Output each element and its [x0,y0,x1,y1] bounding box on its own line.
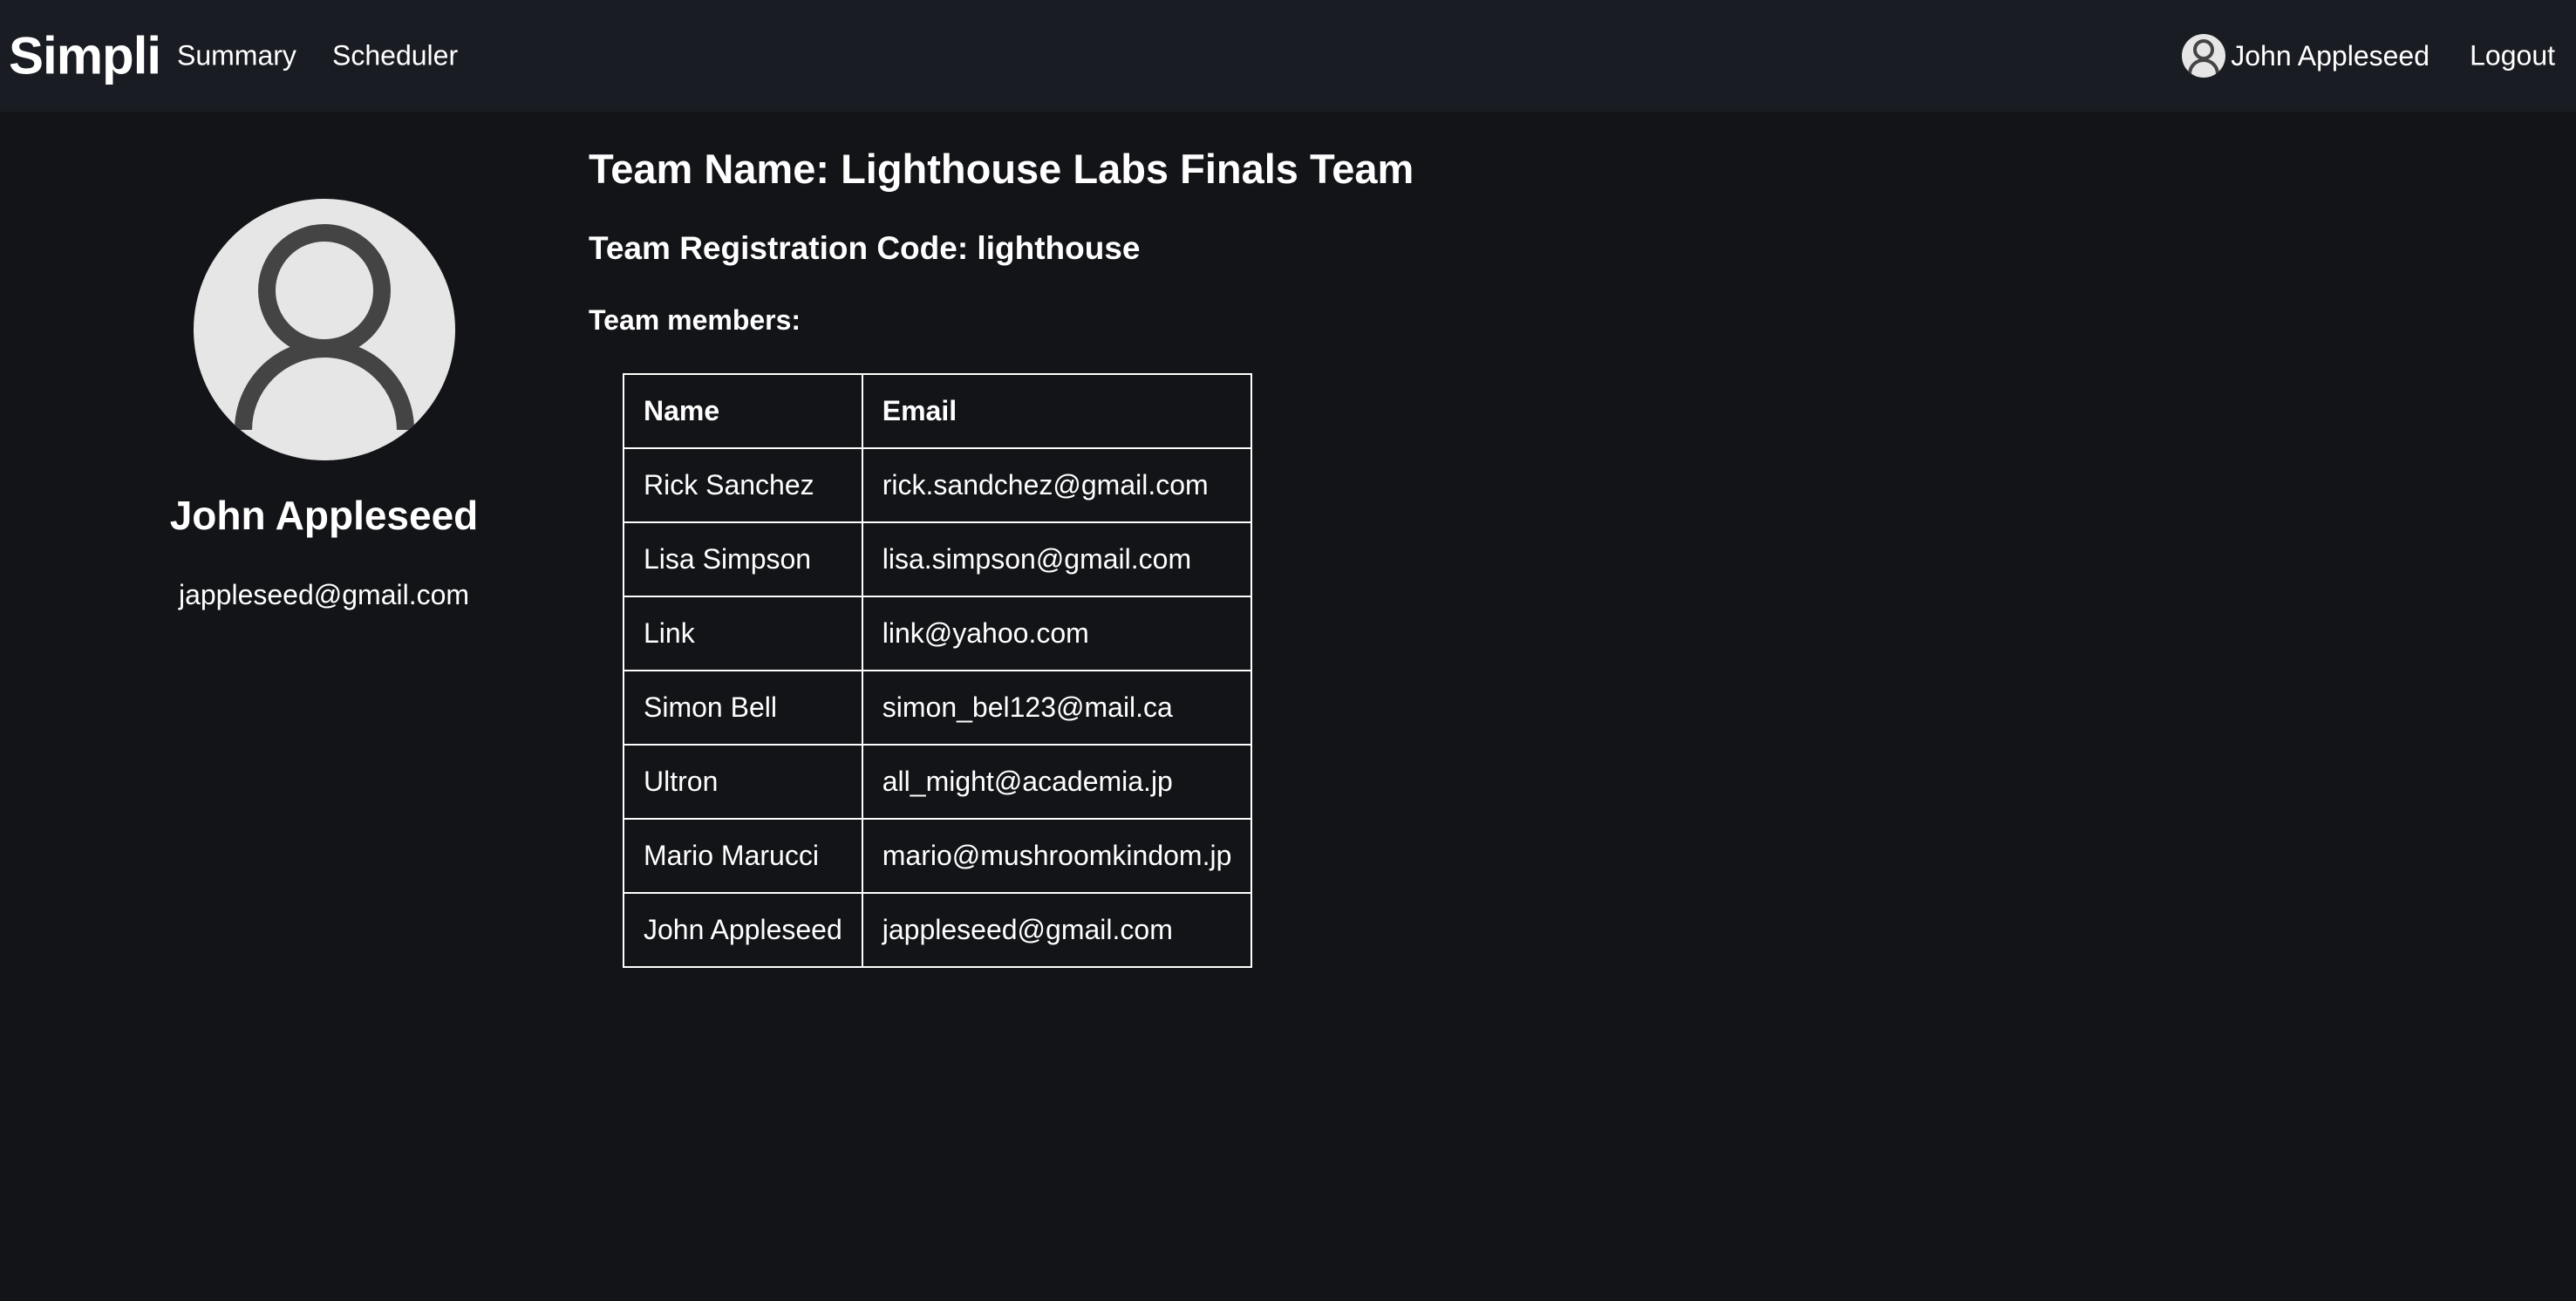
profile-email: jappleseed@gmail.com [178,579,470,610]
team-members-table: Name Email Rick Sanchez rick.sandchez@gm… [623,373,1253,968]
profile-name: John Appleseed [169,493,479,538]
member-name: Mario Marucci [623,818,863,894]
user-avatar-icon [2182,34,2226,78]
member-name: John Appleseed [623,892,863,968]
logout-link[interactable]: Logout [2470,40,2555,72]
member-email: rick.sandchez@gmail.com [861,447,1253,523]
column-header-name: Name [623,373,863,449]
table-row: John Appleseed jappleseed@gmail.com [623,892,1253,968]
column-header-email: Email [861,373,1253,449]
table-row: Link link@yahoo.com [623,596,1253,671]
member-name: Simon Bell [623,670,863,746]
nav-user-menu[interactable]: John Appleseed [2182,34,2429,78]
brand-logo[interactable]: Simpli [9,26,161,86]
member-name: Rick Sanchez [623,447,863,523]
member-email: simon_bel123@mail.ca [861,670,1253,746]
user-avatar-icon [194,199,455,460]
table-row: Ultron all_might@academia.jp [623,744,1253,820]
nav-link-scheduler[interactable]: Scheduler [332,40,458,72]
member-email: mario@mushroomkindom.jp [861,818,1253,894]
member-email: lisa.simpson@gmail.com [861,521,1253,597]
member-name: Ultron [623,744,863,820]
member-email: link@yahoo.com [861,596,1253,671]
table-row: Lisa Simpson lisa.simpson@gmail.com [623,521,1253,597]
nav-link-summary[interactable]: Summary [177,40,296,72]
top-navbar: Simpli Summary Scheduler John Appleseed … [0,0,2576,112]
team-name-heading: Team Name: Lighthouse Labs Finals Team [589,146,1414,192]
table-row: Mario Marucci mario@mushroomkindom.jp [623,818,1253,894]
team-registration-code: Team Registration Code: lighthouse [589,230,1141,266]
member-email: all_might@academia.jp [861,744,1253,820]
table-row: Simon Bell simon_bel123@mail.ca [623,670,1253,746]
team-members-label: Team members: [589,304,801,336]
table-header-row: Name Email [623,373,1253,449]
member-email: jappleseed@gmail.com [861,892,1253,968]
member-name: Lisa Simpson [623,521,863,597]
member-name: Link [623,596,863,671]
table-row: Rick Sanchez rick.sandchez@gmail.com [623,447,1253,523]
nav-username: John Appleseed [2231,39,2429,72]
